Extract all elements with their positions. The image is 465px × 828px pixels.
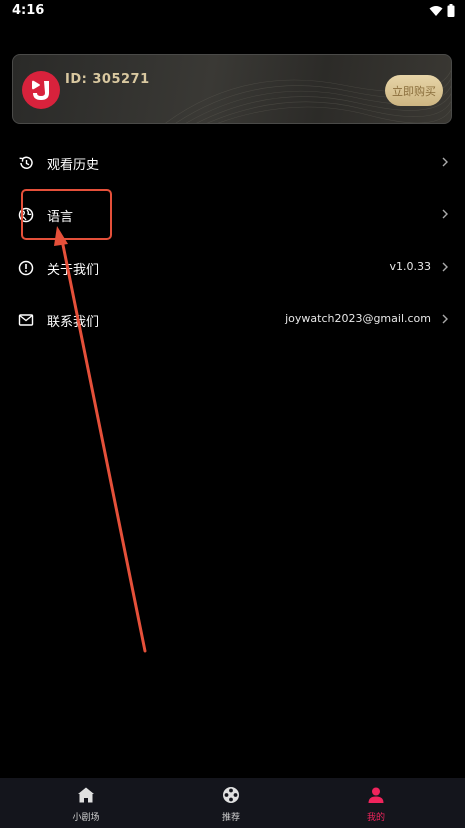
chevron-right-icon	[442, 314, 448, 324]
wifi-icon	[429, 5, 443, 16]
menu-item-contact-us[interactable]: 联系我们 joywatch2023@gmail.com	[0, 300, 465, 340]
status-time: 4:16	[12, 3, 45, 18]
user-id: ID: 305271	[65, 72, 150, 87]
tab-mine[interactable]: 我的	[326, 778, 426, 828]
vip-card[interactable]: ID: 305271 立即购买	[12, 54, 452, 124]
menu-item-label: 观看历史	[47, 158, 100, 173]
tab-label: 推荐	[221, 813, 240, 823]
app-logo-icon	[32, 80, 49, 100]
chevron-right-icon	[442, 262, 448, 272]
chevron-right-icon	[442, 157, 448, 167]
status-icons	[429, 4, 455, 17]
tab-label: 小剧场	[72, 813, 100, 823]
person-icon	[368, 787, 384, 803]
history-icon	[19, 156, 33, 169]
chevron-right-icon	[442, 209, 448, 219]
contact-email: joywatch2023@gmail.com	[285, 312, 431, 325]
home-icon	[78, 787, 94, 803]
battery-icon	[447, 4, 455, 17]
annotation-arrow	[54, 226, 147, 653]
menu-item-watch-history[interactable]: 观看历史	[0, 143, 465, 183]
film-reel-icon	[223, 787, 239, 803]
tab-label: 我的	[366, 813, 385, 823]
bottom-tab-bar: 小剧场 推荐 我的	[0, 778, 465, 828]
mail-icon	[18, 314, 34, 326]
status-bar: 4:16	[0, 0, 465, 22]
tab-mini-theater[interactable]: 小剧场	[36, 778, 136, 828]
tab-recommend[interactable]: 推荐	[181, 778, 281, 828]
app-version: v1.0.33	[389, 260, 432, 273]
buy-now-button[interactable]: 立即购买	[385, 75, 443, 106]
annotation-highlight-box	[21, 189, 112, 240]
menu-item-label: 关于我们	[47, 263, 100, 278]
menu-item-about-us[interactable]: 关于我们 v1.0.33	[0, 248, 465, 288]
avatar[interactable]	[22, 71, 60, 109]
info-icon	[18, 260, 34, 276]
menu-item-label: 联系我们	[47, 315, 100, 330]
